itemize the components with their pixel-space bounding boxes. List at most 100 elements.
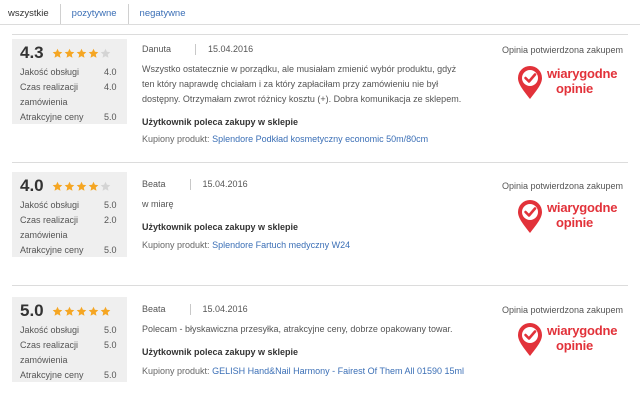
- check-pin-icon: [518, 323, 542, 356]
- check-pin-icon: [518, 200, 542, 233]
- review-score-box: 4.3 Jakość obsługi 4.0 Czas realizacji za…: [12, 39, 127, 124]
- tab-positive[interactable]: pozytywne: [61, 4, 129, 24]
- badge-line-2: opinie: [556, 215, 594, 230]
- badge-line-1: wiarygodne: [547, 66, 618, 81]
- rating-row-service: Jakość obsługi 5.0: [20, 323, 122, 338]
- rating-row-prices: Atrakcyjne ceny 5.0: [20, 110, 122, 125]
- review-text: Wszystko ostatecznie w porządku, ale mus…: [142, 64, 462, 104]
- trusted-reviews-badge: wiarygodne opinie: [517, 200, 617, 238]
- rating-row-service: Jakość obsługi 4.0: [20, 65, 122, 80]
- star-filled-icon: [52, 48, 63, 58]
- product-label: Kupiony produkt:: [142, 366, 210, 376]
- score-row: 4.3: [20, 41, 111, 65]
- product-link[interactable]: Splendore Podkład kosmetyczny economic 5…: [212, 134, 428, 144]
- score-row: 4.0: [20, 174, 111, 198]
- meta-separator: [189, 303, 191, 315]
- review-date: 15.04.2016: [202, 304, 248, 314]
- review-text: Polecam - błyskawiczna przesyłka, atrakc…: [142, 324, 453, 334]
- rating-row-prices: Atrakcyjne ceny 5.0: [20, 368, 122, 383]
- badge-text: wiarygodne opinie: [547, 200, 617, 230]
- meta-separator: [195, 43, 197, 55]
- review-score-box: 5.0 Jakość obsługi 5.0 Czas realizacji za…: [12, 297, 127, 382]
- rating-label: Atrakcyjne ceny: [20, 112, 84, 122]
- rating-row-delivery: Czas realizacji zamówienia 4.0: [20, 80, 122, 110]
- verified-purchase: Opinia potwierdzona zakupem: [501, 305, 624, 315]
- rating-value: 4.0: [104, 67, 117, 77]
- product-link[interactable]: Splendore Fartuch medyczny W24: [212, 240, 350, 250]
- rating-label: Czas realizacji zamówienia: [20, 82, 79, 107]
- rating-breakdown: Jakość obsługi 5.0 Czas realizacji zamówi…: [20, 198, 122, 258]
- rating-label: Atrakcyjne ceny: [20, 245, 84, 255]
- review-divider: [12, 34, 628, 35]
- rating-value: 5.0: [104, 370, 117, 380]
- tabs-divider: [0, 24, 640, 25]
- badge-text: wiarygodne opinie: [547, 323, 617, 353]
- star-filled-icon: [64, 181, 75, 191]
- review-meta: Beata 15.04.2016: [142, 177, 248, 191]
- recommend-text: Użytkownik poleca zakupy w sklepie: [142, 347, 299, 357]
- star-filled-icon: [88, 306, 99, 316]
- meta-separator: [189, 178, 191, 190]
- star-rating: [52, 306, 111, 317]
- badge-text: wiarygodne opinie: [547, 66, 617, 96]
- star-filled-icon: [88, 48, 99, 58]
- badge-line-1: wiarygodne: [547, 323, 618, 338]
- purchased-product: Kupiony produkt: Splendore Fartuch medyc…: [142, 238, 350, 252]
- trusted-reviews-badge: wiarygodne opinie: [517, 66, 617, 104]
- review-author: Danuta: [142, 44, 172, 54]
- star-filled-icon: [52, 306, 63, 316]
- star-filled-icon: [76, 48, 87, 58]
- star-filled-icon: [52, 181, 63, 191]
- rating-value: 5.0: [104, 325, 117, 335]
- purchased-product: Kupiony produkt: Splendore Podkład kosme…: [142, 132, 428, 146]
- verified-purchase: Opinia potwierdzona zakupem: [501, 181, 624, 191]
- recommend-text: Użytkownik poleca zakupy w sklepie: [142, 222, 299, 232]
- star-empty-icon: [100, 48, 111, 58]
- badge-line-1: wiarygodne: [547, 200, 618, 215]
- review-meta: Danuta 15.04.2016: [142, 42, 253, 56]
- review-score-box: 4.0 Jakość obsługi 5.0 Czas realizacji za…: [12, 172, 127, 257]
- review-divider: [12, 162, 628, 163]
- recommend-text: Użytkownik poleca zakupy w sklepie: [142, 117, 299, 127]
- rating-row-service: Jakość obsługi 5.0: [20, 198, 122, 213]
- star-filled-icon: [100, 306, 111, 316]
- score-row: 5.0: [20, 299, 111, 323]
- rating-value: 2.0: [104, 215, 117, 225]
- trusted-reviews-badge: wiarygodne opinie: [517, 323, 617, 361]
- review-text: w miarę: [142, 199, 174, 209]
- review-score: 4.0: [20, 176, 44, 195]
- verified-purchase: Opinia potwierdzona zakupem: [501, 45, 624, 55]
- rating-value: 5.0: [104, 200, 117, 210]
- rating-row-prices: Atrakcyjne ceny 5.0: [20, 243, 122, 258]
- check-pin-icon: [518, 66, 542, 99]
- rating-label: Czas realizacji zamówienia: [20, 215, 79, 240]
- product-label: Kupiony produkt:: [142, 240, 210, 250]
- review-meta: Beata 15.04.2016: [142, 302, 248, 316]
- review-divider: [12, 285, 628, 286]
- star-rating: [52, 48, 111, 59]
- filter-tabs: wszystkie pozytywne negatywne: [8, 4, 197, 24]
- rating-value: 5.0: [104, 112, 117, 122]
- review-date: 15.04.2016: [202, 179, 248, 189]
- star-filled-icon: [64, 306, 75, 316]
- review-author: Beata: [142, 304, 166, 314]
- rating-label: Jakość obsługi: [20, 67, 80, 77]
- rating-value: 4.0: [104, 82, 117, 92]
- tab-negative[interactable]: negatywne: [129, 4, 197, 24]
- rating-label: Czas realizacji zamówienia: [20, 340, 79, 365]
- review-score: 4.3: [20, 43, 44, 62]
- rating-row-delivery: Czas realizacji zamówienia 2.0: [20, 213, 122, 243]
- rating-label: Jakość obsługi: [20, 325, 80, 335]
- product-link[interactable]: GELISH Hand&Nail Harmony - Fairest Of Th…: [212, 366, 464, 376]
- star-filled-icon: [64, 48, 75, 58]
- star-filled-icon: [88, 181, 99, 191]
- star-empty-icon: [100, 181, 111, 191]
- star-filled-icon: [76, 181, 87, 191]
- badge-line-2: opinie: [556, 338, 594, 353]
- review-author: Beata: [142, 179, 166, 189]
- rating-row-delivery: Czas realizacji zamówienia 5.0: [20, 338, 122, 368]
- rating-breakdown: Jakość obsługi 5.0 Czas realizacji zamówi…: [20, 323, 122, 383]
- tab-all[interactable]: wszystkie: [8, 4, 61, 24]
- product-label: Kupiony produkt:: [142, 134, 210, 144]
- star-filled-icon: [76, 306, 87, 316]
